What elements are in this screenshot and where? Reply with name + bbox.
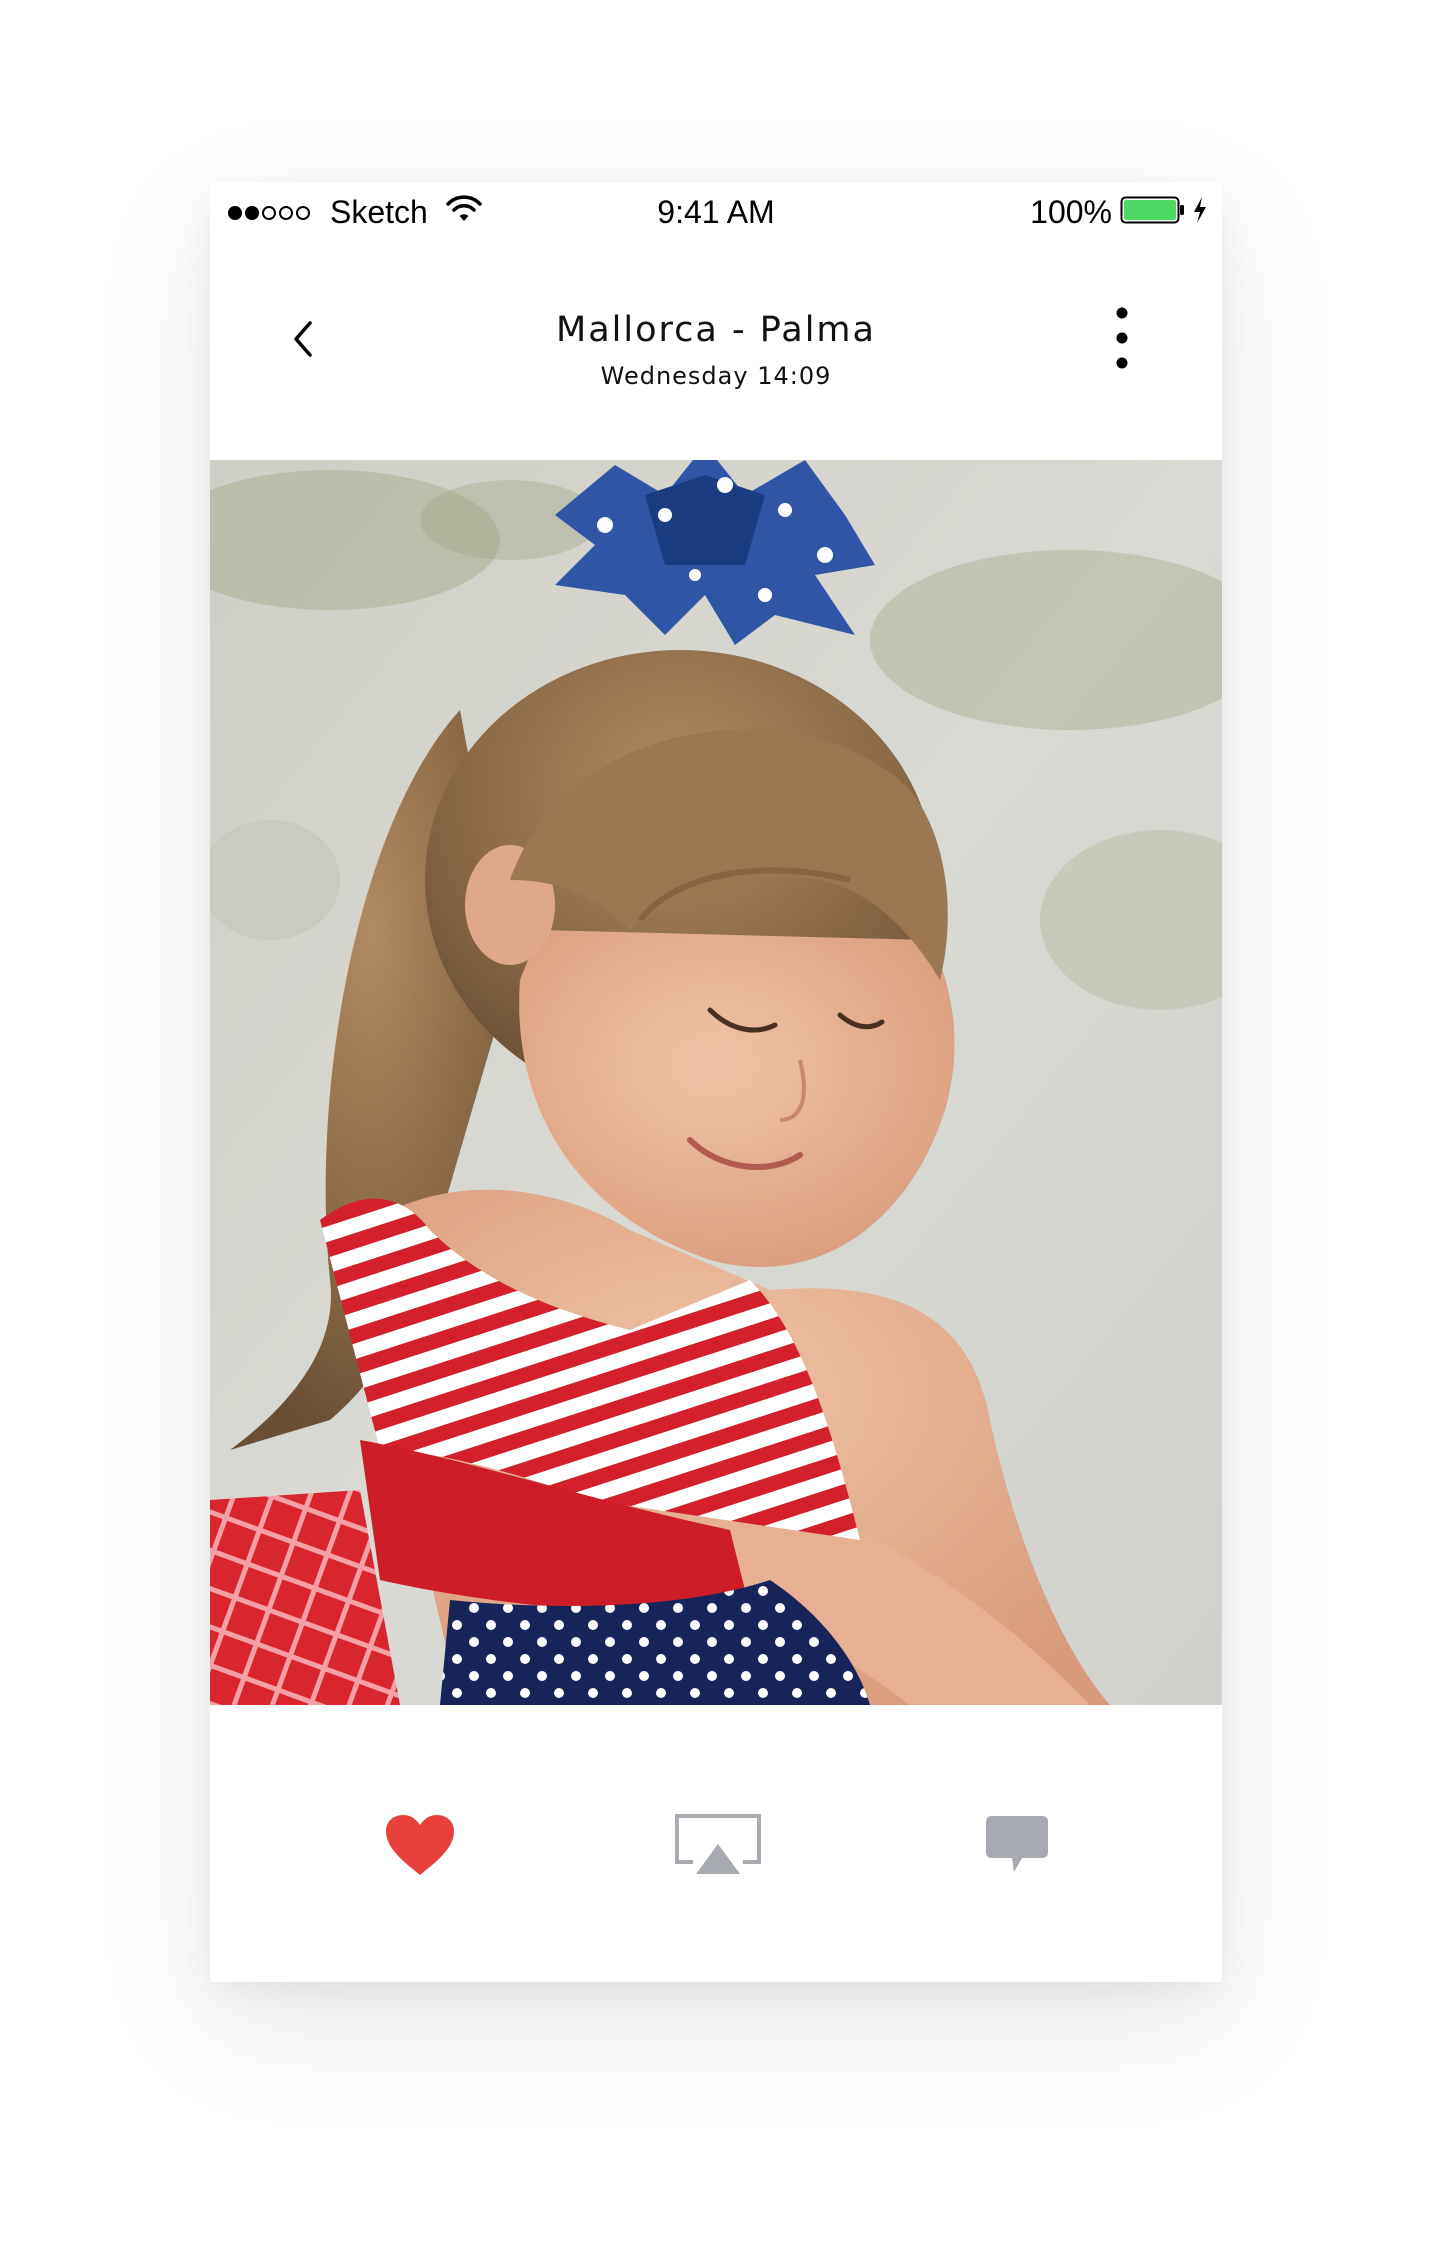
comment-icon (986, 1816, 1048, 1872)
navigation-header: Mallorca - Palma Wednesday 14:09 (210, 252, 1222, 460)
airplay-icon (675, 1814, 761, 1874)
comment-button[interactable] (967, 1805, 1067, 1885)
photo-actions-toolbar (210, 1705, 1222, 1982)
charging-icon (1192, 196, 1208, 229)
heart-icon (386, 1815, 454, 1875)
more-options-button[interactable] (1092, 298, 1152, 378)
more-vertical-icon (1116, 307, 1128, 369)
battery-percentage: 100% (1030, 194, 1112, 230)
title-block: Mallorca - Palma Wednesday 14:09 (210, 310, 1222, 390)
photo[interactable] (210, 460, 1222, 1705)
airplay-button[interactable] (668, 1805, 768, 1885)
like-button[interactable] (370, 1805, 470, 1885)
page-title: Mallorca - Palma (556, 310, 876, 350)
battery-icon (1120, 196, 1186, 229)
page-subtitle: Wednesday 14:09 (600, 362, 832, 390)
phone-screen: Sketch 9:41 AM 100% Mallorca - Palma Wed… (210, 182, 1222, 1982)
status-bar: Sketch 9:41 AM 100% (210, 182, 1222, 252)
